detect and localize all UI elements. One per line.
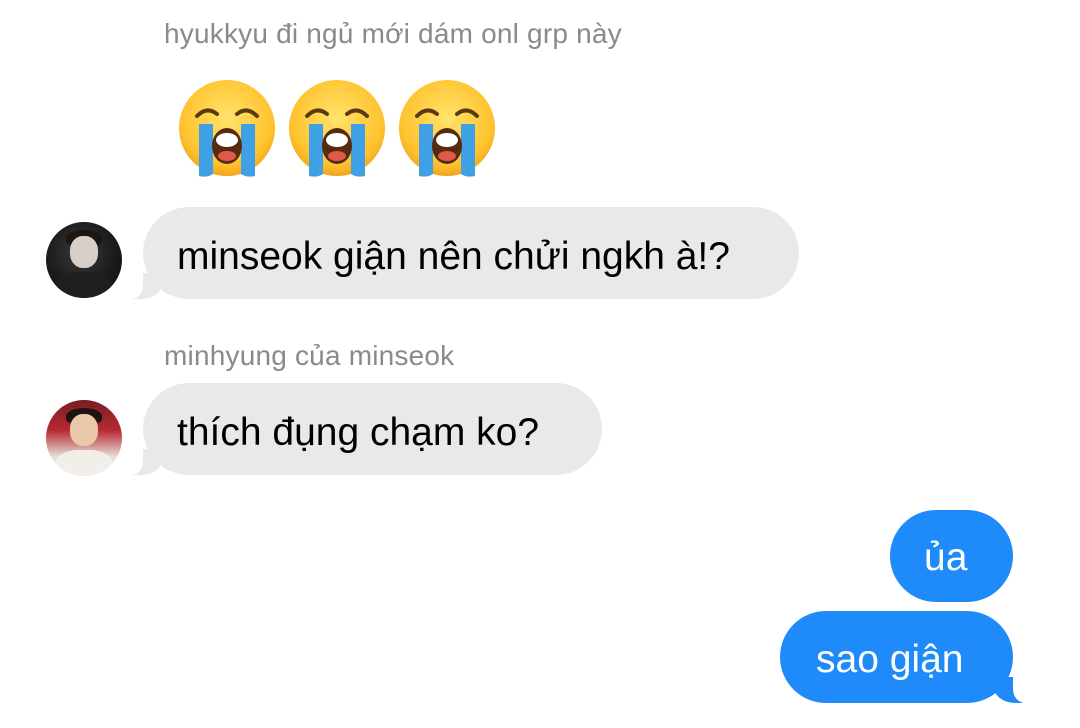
message-text: sao giận	[816, 638, 964, 681]
incoming-message-bubble[interactable]: thích đụng chạm ko?	[121, 383, 602, 475]
avatar[interactable]	[46, 400, 122, 476]
loudly-crying-face-icon	[287, 78, 387, 178]
loudly-crying-face-icon	[397, 78, 497, 178]
outgoing-message-bubble[interactable]: sao giận	[780, 611, 1035, 703]
avatar-face	[70, 414, 98, 446]
message-text: ủa	[924, 536, 968, 579]
loudly-crying-face-icon	[177, 78, 277, 178]
avatar-body	[54, 450, 114, 476]
outgoing-message-bubble[interactable]: ủa	[890, 510, 1013, 602]
avatar-body	[54, 272, 114, 298]
avatar[interactable]	[46, 222, 122, 298]
incoming-message-bubble[interactable]: minseok giận nên chửi ngkh à!?	[121, 207, 799, 299]
sender-name: hyukkyu đi ngủ mới dám onl grp này	[164, 18, 622, 49]
emoji-message[interactable]	[177, 78, 497, 178]
message-text: minseok giận nên chửi ngkh à!?	[177, 235, 730, 278]
message-text: thích đụng chạm ko?	[177, 411, 540, 454]
sender-name: minhyung của minseok	[164, 340, 455, 371]
avatar-face	[70, 236, 98, 268]
